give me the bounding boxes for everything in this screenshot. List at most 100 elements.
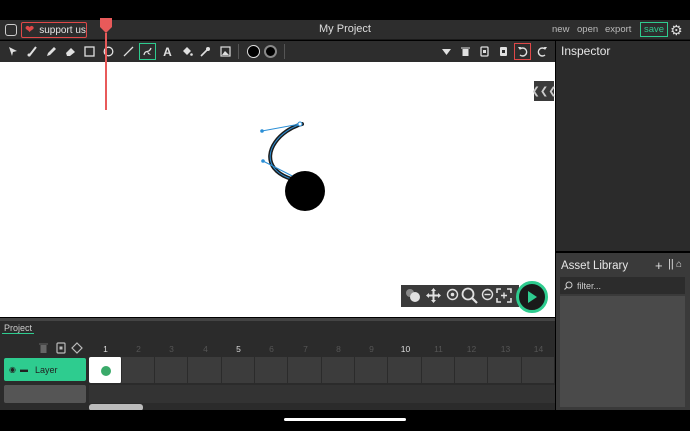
menu-open[interactable]: open [577, 24, 598, 35]
menu-save[interactable]: save [640, 22, 669, 37]
heart-icon: ❤ [25, 23, 35, 36]
frame-number: 1 [103, 344, 108, 354]
brush-icon[interactable] [24, 43, 41, 60]
recenter-icon[interactable] [446, 288, 459, 303]
frame-number: 11 [434, 344, 443, 354]
frame-number: 8 [336, 344, 341, 354]
cursor-icon[interactable] [5, 43, 22, 60]
asset-list [560, 296, 685, 407]
pan-icon[interactable] [426, 288, 441, 305]
add-asset-icon[interactable]: + [655, 258, 663, 273]
frame-cell[interactable] [289, 357, 322, 383]
keyframe[interactable] [89, 357, 122, 383]
asset-library-title: Asset Library [561, 260, 629, 272]
frame-cell[interactable] [489, 357, 522, 383]
eraser-icon[interactable] [62, 43, 79, 60]
rectangle-icon[interactable] [81, 43, 98, 60]
asset-filter-input[interactable] [577, 280, 677, 291]
text-icon[interactable]: A [159, 43, 176, 60]
path-edit-icon[interactable] [139, 43, 156, 60]
frame-number: 2 [136, 344, 141, 354]
inspector-panel: Inspector [556, 41, 690, 251]
frame-number: 6 [269, 344, 274, 354]
keyframe-dot [101, 366, 111, 376]
timeline-panel: Project 1 2 3 4 5 6 7 8 9 10 11 12 13 14… [0, 321, 555, 418]
frame-cell[interactable] [122, 357, 155, 383]
fill-bucket-icon[interactable] [178, 43, 195, 60]
delete-layer-icon[interactable] [38, 342, 49, 357]
filter-box [560, 277, 685, 294]
duplicate-layer-icon[interactable] [56, 342, 66, 357]
undo-icon[interactable] [514, 43, 531, 60]
frame-cell[interactable] [422, 357, 455, 383]
asset-library-panel: Asset Library + || ⌂ [556, 253, 690, 410]
toolbar-divider [238, 44, 239, 59]
frame-number: 13 [500, 344, 511, 354]
frame-cell[interactable] [522, 357, 555, 383]
frame-cell[interactable] [389, 357, 422, 383]
layer-name[interactable]: Layer [35, 365, 58, 375]
import-asset-icon[interactable]: || [668, 258, 674, 270]
gear-icon[interactable]: ⚙ [670, 23, 683, 37]
home-asset-icon[interactable]: ⌂ [676, 259, 682, 270]
visibility-eye-icon[interactable]: ◉ [9, 365, 16, 374]
eyedropper-icon[interactable] [197, 43, 214, 60]
frame-cell[interactable] [322, 357, 355, 383]
frame-number: 5 [236, 344, 241, 354]
support-us-button[interactable]: ❤ support us [21, 22, 87, 38]
zoom-in-icon[interactable] [461, 287, 478, 306]
frame-number: 12 [466, 344, 477, 354]
redo-icon[interactable] [534, 43, 551, 60]
empty-layer-row[interactable] [4, 385, 86, 403]
support-us-label: support us [39, 24, 86, 36]
toolbar: A [0, 41, 555, 62]
copy-icon[interactable] [476, 43, 493, 60]
timeline-tab-project[interactable]: Project [2, 323, 35, 334]
pencil-icon[interactable] [43, 43, 60, 60]
search-icon [564, 281, 573, 290]
layer-frames[interactable] [89, 357, 555, 383]
zoom-out-icon[interactable] [481, 288, 494, 303]
empty-layer-frames [89, 385, 555, 403]
line-icon[interactable] [120, 43, 137, 60]
frame-number: 14 [533, 344, 544, 354]
frame-cell[interactable] [355, 357, 388, 383]
frame-cell[interactable] [455, 357, 488, 383]
drawing-canvas[interactable] [0, 62, 555, 317]
frame-cell[interactable] [189, 357, 222, 383]
ball-shape[interactable] [285, 171, 325, 211]
menu-new[interactable]: new [552, 24, 569, 35]
bezier-handle-point[interactable] [261, 159, 265, 163]
fit-screen-icon[interactable] [496, 288, 512, 305]
frame-number: 10 [400, 344, 411, 354]
stroke-color-swatch[interactable] [264, 45, 277, 58]
frame-cell[interactable] [155, 357, 188, 383]
frame-cell[interactable] [222, 357, 255, 383]
bezier-handle-point[interactable] [260, 129, 264, 133]
canvas-artwork [260, 121, 325, 211]
delete-icon[interactable] [457, 43, 474, 60]
frame-number: 7 [303, 344, 308, 354]
frame-number: 3 [169, 344, 174, 354]
fill-color-swatch[interactable] [247, 45, 260, 58]
menu-export[interactable]: export [605, 24, 631, 35]
app-menu-icon[interactable] [5, 24, 17, 36]
dropdown-icon[interactable] [438, 43, 455, 60]
inspector-title: Inspector [561, 44, 611, 58]
toolbar-divider [284, 44, 285, 59]
home-indicator[interactable] [284, 418, 406, 421]
play-button[interactable] [516, 281, 548, 313]
layer-lock-icon[interactable]: ▬ [20, 365, 28, 374]
collapse-panel-icon[interactable]: ❮❮❮ [531, 81, 557, 101]
playhead-line [105, 33, 107, 110]
layer-row[interactable]: ◉ ▬ Layer [4, 358, 86, 381]
anchor-point[interactable] [297, 121, 303, 127]
frame-cell[interactable] [255, 357, 288, 383]
canvas-controls [401, 285, 519, 307]
image-icon[interactable] [217, 43, 234, 60]
paste-icon[interactable] [495, 43, 512, 60]
timeline-zoom-icons[interactable] [4, 405, 27, 418]
onion-skin-icon[interactable] [405, 288, 421, 305]
ellipse-icon[interactable] [100, 43, 117, 60]
keyframe-diamond-icon[interactable] [71, 342, 83, 357]
